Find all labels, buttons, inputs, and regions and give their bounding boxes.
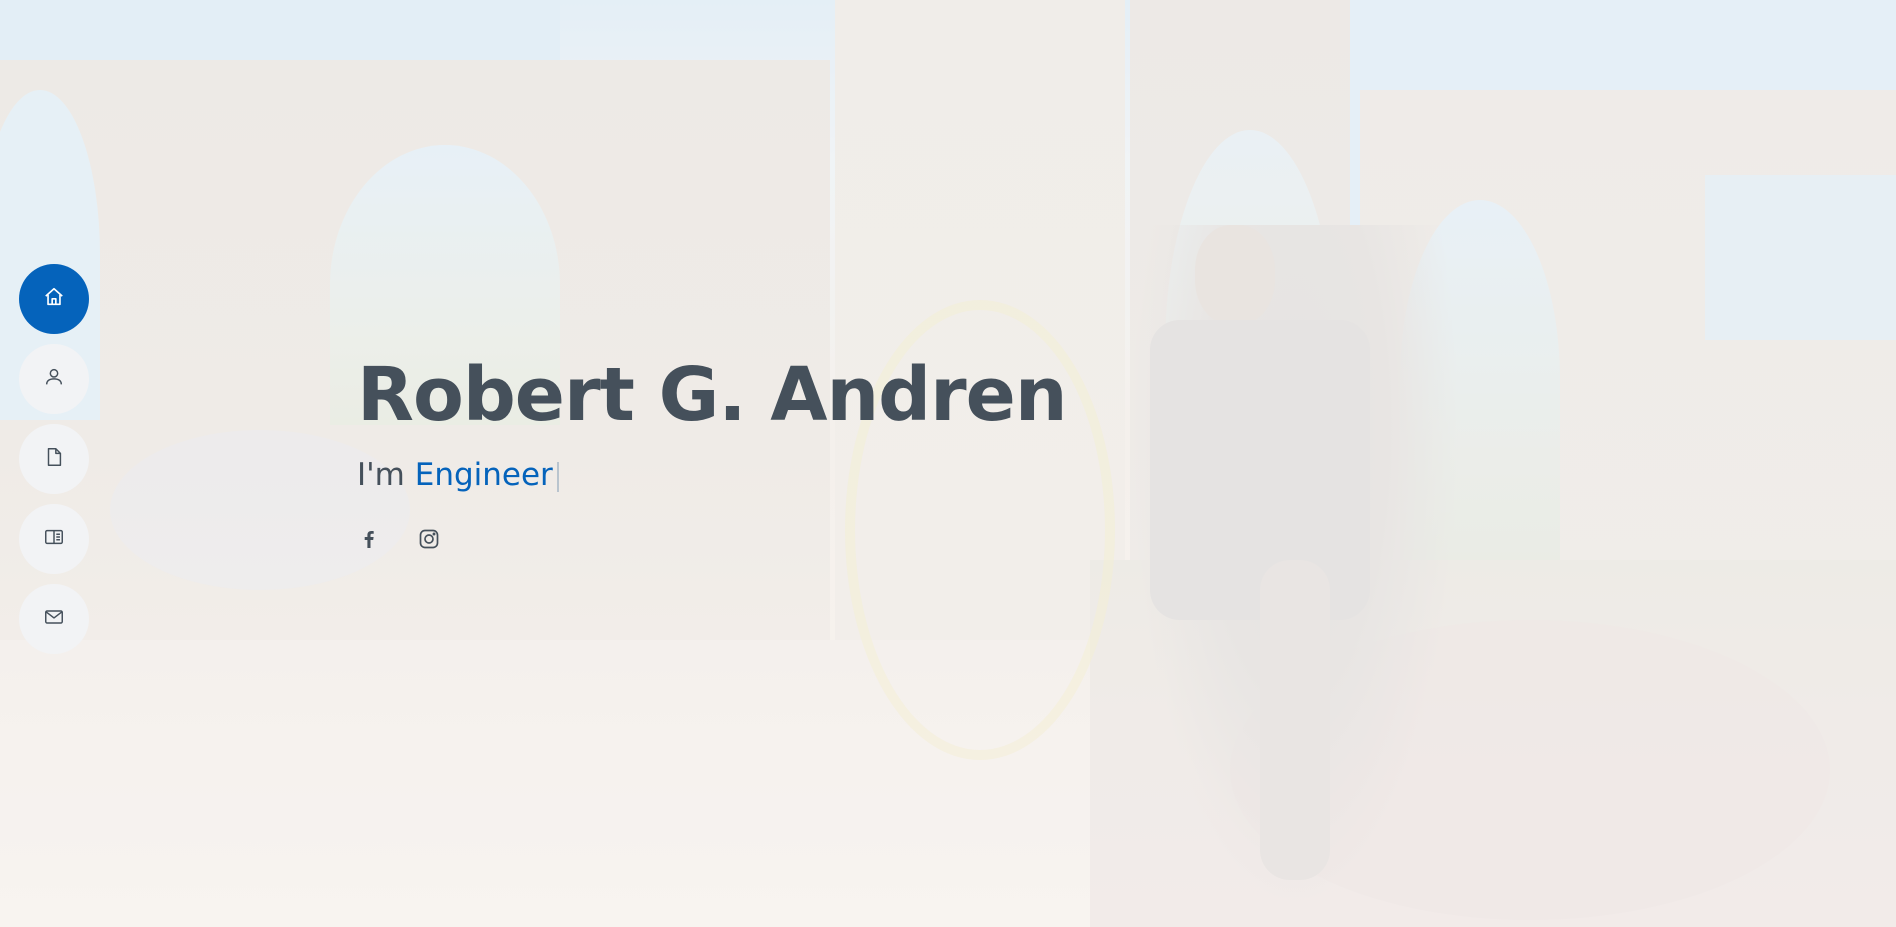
person-icon: [43, 366, 65, 393]
book-icon: [43, 526, 65, 553]
instagram-icon: [417, 527, 441, 556]
nav-item-resume[interactable]: [19, 424, 89, 494]
facebook-link[interactable]: [357, 529, 381, 553]
tagline-prefix: I'm: [357, 457, 405, 493]
side-navigation: [19, 264, 89, 664]
house-icon: [43, 286, 65, 313]
nav-item-about[interactable]: [19, 344, 89, 414]
nav-item-home[interactable]: [19, 264, 89, 334]
instagram-link[interactable]: [417, 529, 441, 553]
hero-tagline: I'm Engineer: [357, 455, 1157, 495]
typed-role: Engineer: [414, 457, 553, 493]
file-icon: [43, 446, 65, 473]
social-links: [357, 529, 1157, 553]
facebook-icon: [357, 527, 381, 556]
hero-content: Robert G. Andren I'm Engineer: [357, 345, 1157, 553]
nav-item-portfolio[interactable]: [19, 504, 89, 574]
hero-name: Robert G. Andren: [357, 352, 1068, 438]
nav-item-contact[interactable]: [19, 584, 89, 654]
hero-section: Robert G. Andren I'm Engineer: [0, 0, 1896, 927]
typing-cursor: [556, 461, 559, 492]
envelope-icon: [43, 606, 65, 633]
